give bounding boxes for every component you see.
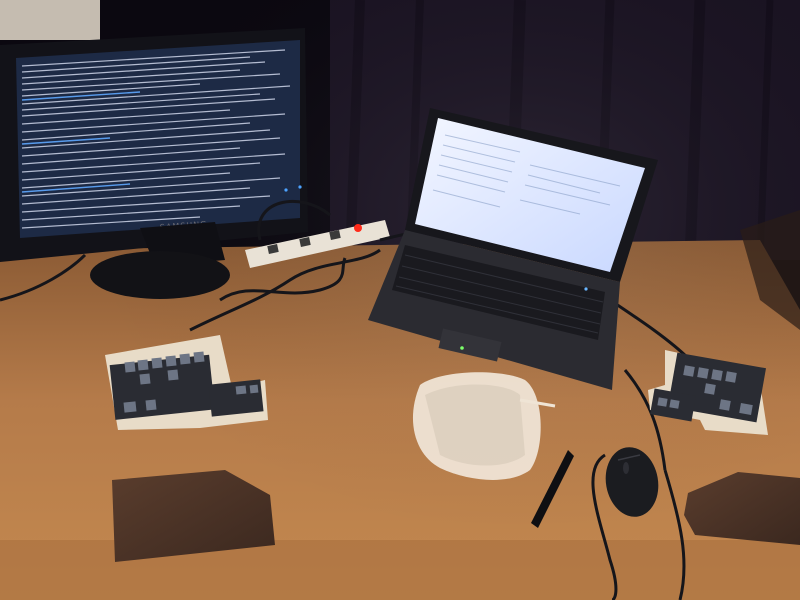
- power-led: [354, 224, 362, 232]
- monitor-base: [90, 251, 230, 299]
- laptop-power-led: [584, 287, 588, 291]
- laptop-status-led: [460, 346, 464, 350]
- monitor-power-led: [284, 188, 288, 192]
- monitor-led: [298, 185, 302, 189]
- desk-photo: SAMSUNG: [0, 0, 800, 600]
- photo-canvas: SAMSUNG: [0, 0, 800, 600]
